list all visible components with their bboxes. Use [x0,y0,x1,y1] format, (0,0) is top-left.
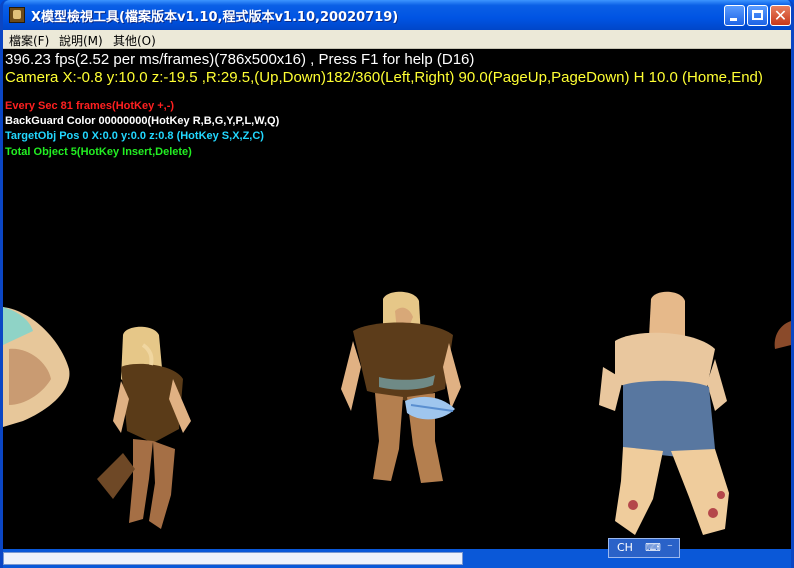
title-bar[interactable]: X模型檢視工具(檔案版本v1.10,程式版本v1.10,20020719) ✕ [3,0,791,30]
model-partial-left [3,307,70,427]
render-viewport[interactable]: 396.23 fps(2.52 per ms/frames)(786x500x1… [3,49,791,549]
menu-other[interactable]: 其他(O) [113,32,156,49]
minimize-button[interactable] [724,5,745,26]
keyboard-icon[interactable]: ⌨ [645,541,661,554]
horizontal-scrollbar[interactable] [3,552,463,565]
maximize-button[interactable] [747,5,768,26]
menu-help[interactable]: 說明(M) [59,32,103,49]
target-object-position: TargetObj Pos 0 X:0.0 y:0.0 z:0.8 (HotKe… [5,130,264,142]
frames-setting: Every Sec 81 frames(HotKey +,-) [5,100,175,112]
total-objects-count: Total Object 5(HotKey Insert,Delete) [5,146,192,158]
app-icon[interactable] [9,7,25,23]
fps-readout: 396.23 fps(2.52 per ms/frames)(786x500x1… [5,51,475,68]
close-icon: ✕ [773,6,788,25]
close-button[interactable]: ✕ [770,5,791,26]
menu-file[interactable]: 檔案(F) [9,32,49,49]
maximize-icon [752,10,763,20]
character-model-1 [97,326,191,529]
character-model-3 [599,291,729,535]
camera-readout: Camera X:-0.8 y:10.0 z:-19.5 ,R:29.5,(Up… [5,69,763,86]
ime-language-bar[interactable]: CH ⌨ ⁻ [608,538,680,558]
minimize-icon [730,18,737,21]
character-model-2 [341,291,461,483]
ime-language-label[interactable]: CH [617,541,633,554]
background-color-setting: BackGuard Color 00000000(HotKey R,B,G,Y,… [5,115,280,127]
window-title: X模型檢視工具(檔案版本v1.10,程式版本v1.10,20020719) [31,10,399,25]
ime-options-icon[interactable]: ⁻ [667,541,673,554]
menu-bar: 檔案(F) 說明(M) 其他(O) [3,30,791,49]
model-partial-right [774,321,791,349]
